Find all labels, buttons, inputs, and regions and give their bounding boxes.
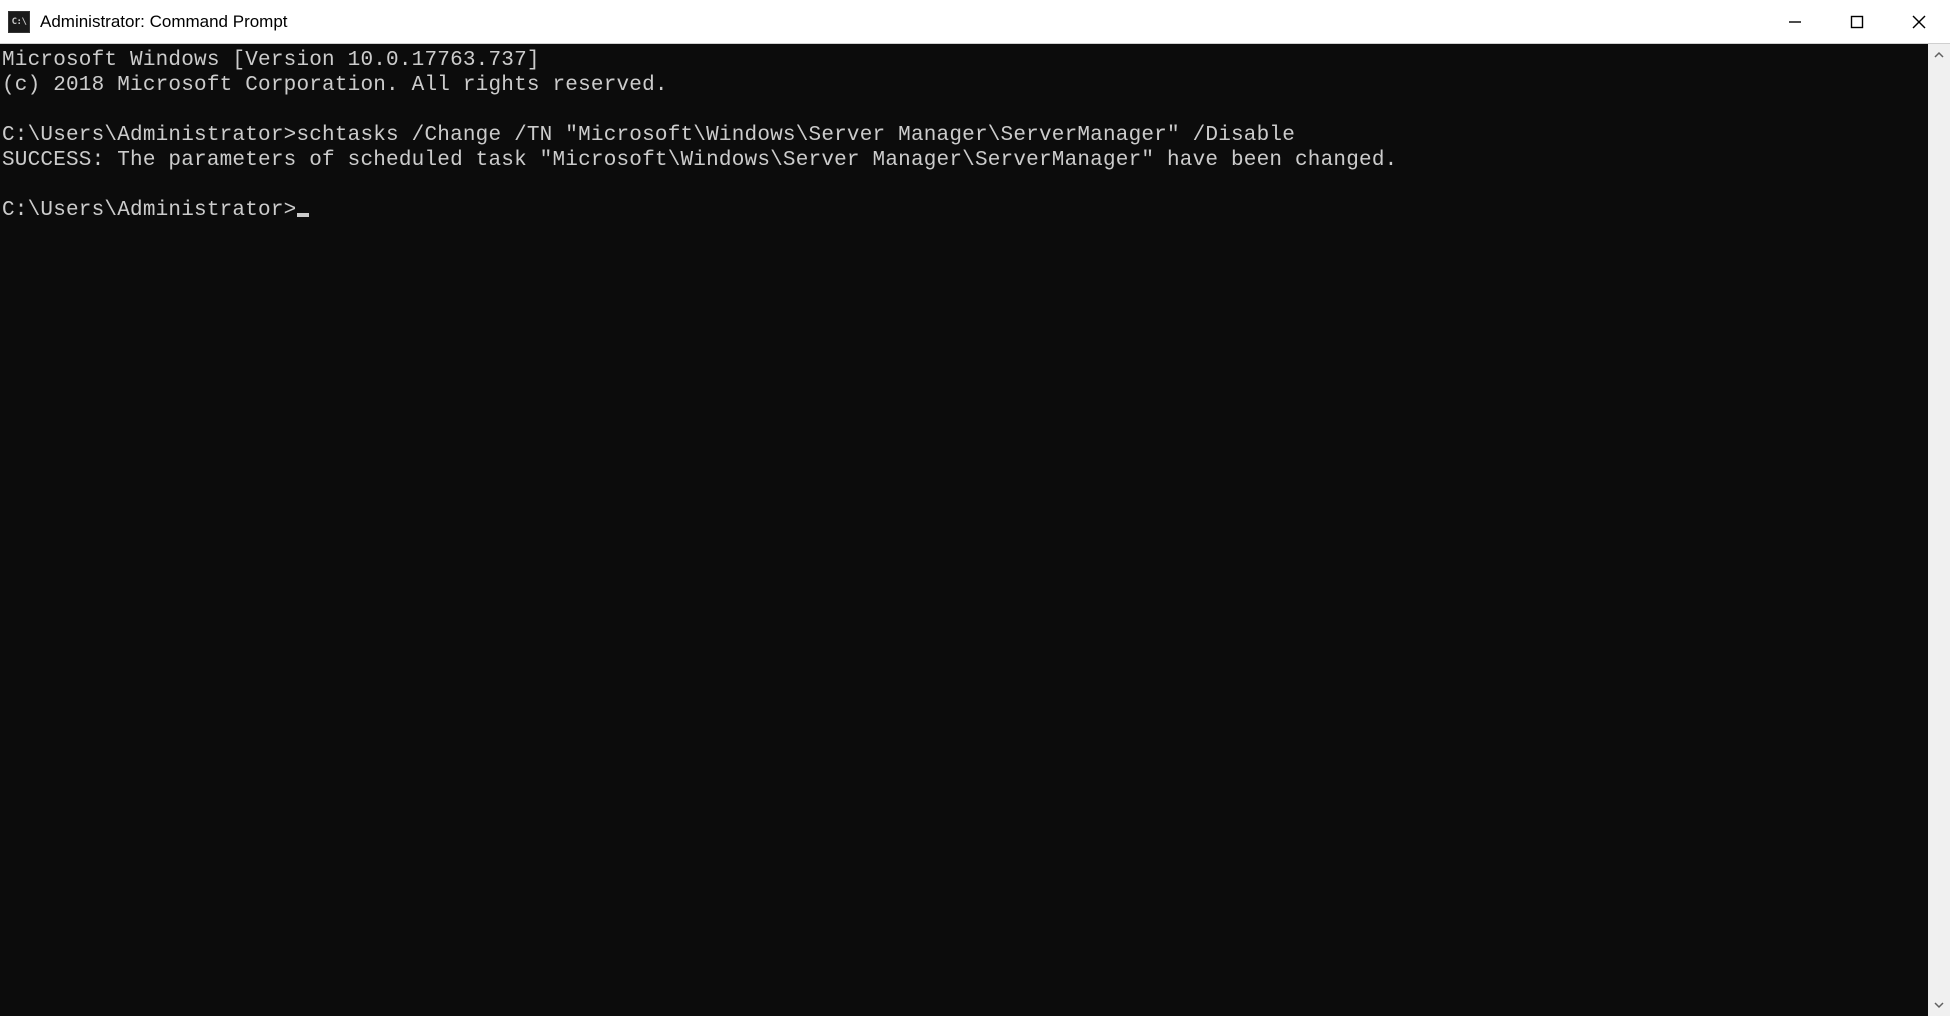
terminal-line: C:\Users\Administrator>schtasks /Change … [2,123,1928,148]
scrollbar[interactable] [1928,44,1950,1016]
minimize-button[interactable] [1764,0,1826,43]
titlebar: C:\ Administrator: Command Prompt [0,0,1950,44]
cmd-icon: C:\ [8,11,30,33]
terminal-line [2,98,1928,123]
minimize-icon [1788,15,1802,29]
cursor-icon [297,213,309,217]
prompt-text: C:\Users\Administrator> [2,199,296,222]
titlebar-left: C:\ Administrator: Command Prompt [0,11,288,33]
window-title: Administrator: Command Prompt [40,12,288,32]
window-controls [1764,0,1950,43]
close-button[interactable] [1888,0,1950,43]
maximize-icon [1850,15,1864,29]
terminal-line: (c) 2018 Microsoft Corporation. All righ… [2,73,1928,98]
terminal-output[interactable]: Microsoft Windows [Version 10.0.17763.73… [0,44,1928,1016]
terminal-container: Microsoft Windows [Version 10.0.17763.73… [0,44,1950,1016]
scroll-up-arrow-icon[interactable] [1928,44,1950,66]
maximize-button[interactable] [1826,0,1888,43]
scroll-track[interactable] [1928,66,1950,994]
scroll-down-arrow-icon[interactable] [1928,994,1950,1016]
close-icon [1912,15,1926,29]
terminal-line: SUCCESS: The parameters of scheduled tas… [2,148,1928,173]
terminal-line [2,173,1928,198]
terminal-prompt[interactable]: C:\Users\Administrator> [2,198,1928,223]
terminal-line: Microsoft Windows [Version 10.0.17763.73… [2,48,1928,73]
